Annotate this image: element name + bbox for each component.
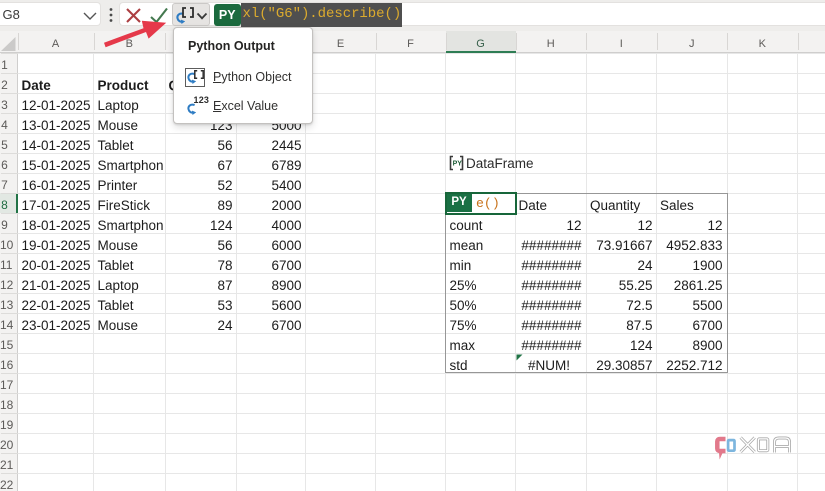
svg-text:PY: PY [453, 161, 463, 168]
